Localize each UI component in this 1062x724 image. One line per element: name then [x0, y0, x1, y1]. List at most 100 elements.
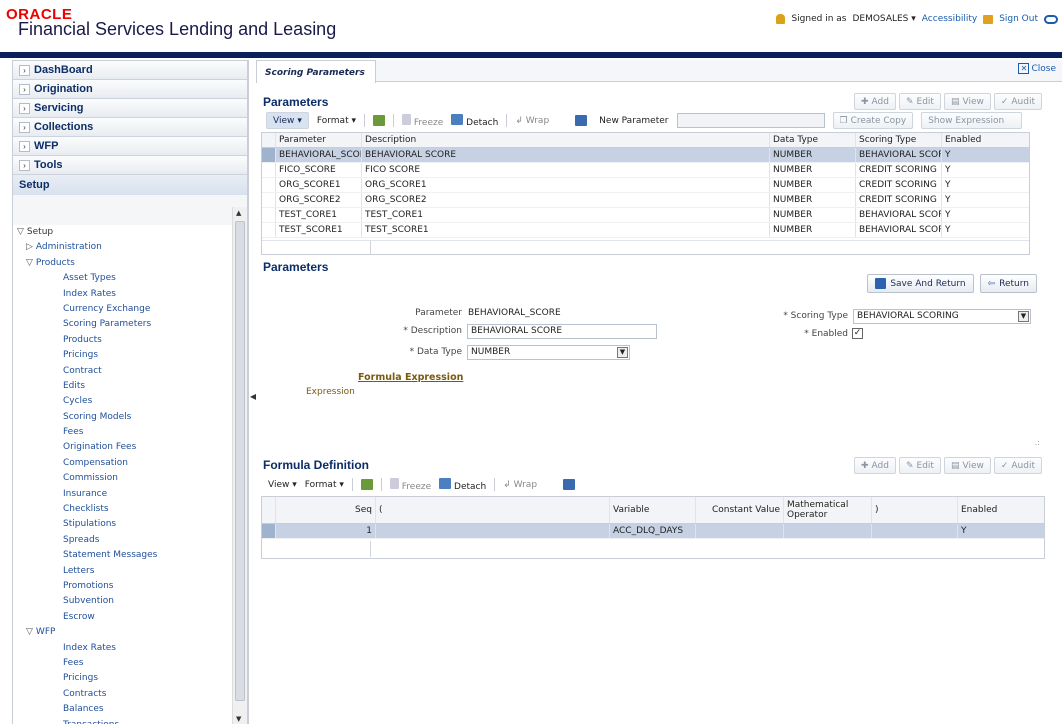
tree-item[interactable]: Transactions [13, 718, 232, 724]
tree-scrollbar[interactable]: ▲ ▼ [232, 207, 247, 724]
table-row[interactable]: TEST_CORE1 TEST_CORE1 NUMBER BEHAVIORAL SCO… [262, 208, 1029, 223]
col-open-paren[interactable]: ( [376, 497, 610, 523]
tree-item[interactable]: Edits [13, 379, 232, 394]
add-button[interactable]: ✚ Add [854, 93, 896, 110]
tree-item[interactable]: Products [13, 333, 232, 348]
tree-item[interactable]: Currency Exchange [13, 302, 232, 317]
collapse-triangle-icon[interactable]: ▽ [17, 227, 24, 237]
tree-item[interactable]: Letters [13, 564, 232, 579]
tree-item[interactable]: Contracts [13, 687, 232, 702]
formula-wrap-button[interactable]: ↲ Wrap [503, 480, 537, 490]
tree-item[interactable]: Origination Fees [13, 440, 232, 455]
collapse-triangle-icon[interactable]: ▽ [26, 258, 33, 268]
nav-tools[interactable]: › Tools [13, 156, 247, 175]
tree-item[interactable]: Asset Types [13, 271, 232, 286]
tree-item[interactable]: Commission [13, 471, 232, 486]
tab-scoring-parameters[interactable]: Scoring Parameters [256, 60, 376, 83]
col-description[interactable]: Description [362, 133, 770, 147]
table-row[interactable]: ORG_SCORE2 ORG_SCORE2 NUMBER CREDIT SCORING… [262, 193, 1029, 208]
formula-freeze-button[interactable]: Freeze [389, 477, 431, 492]
data-type-select[interactable]: NUMBER ▼ [467, 345, 630, 360]
expand-triangle-icon[interactable]: ▷ [26, 242, 33, 252]
tree-item[interactable]: Scoring Parameters [13, 317, 232, 332]
nav-setup-header[interactable]: Setup [13, 175, 247, 195]
col-enabled[interactable]: Enabled [942, 133, 1029, 147]
col-data-type[interactable]: Data Type [770, 133, 856, 147]
description-input[interactable]: BEHAVIORAL SCORE [467, 324, 657, 339]
tree-item[interactable]: Spreads [13, 533, 232, 548]
formula-add-button[interactable]: ✚ Add [854, 457, 896, 474]
tree-item[interactable]: Fees [13, 425, 232, 440]
tree-item[interactable]: Checklists [13, 502, 232, 517]
tree-item[interactable]: Scoring Models [13, 410, 232, 425]
view-button[interactable]: ▤ View [943, 93, 991, 110]
enabled-checkbox[interactable]: ✓ [852, 328, 863, 339]
resize-grip-icon[interactable]: .: [1035, 438, 1040, 447]
tree-item[interactable]: Fees [13, 656, 232, 671]
tree-item[interactable]: Cycles [13, 394, 232, 409]
table-row[interactable]: BEHAVIORAL_SCOREBEHAVIORAL SCORENUMBERBE… [262, 148, 1029, 163]
col-scoring-type[interactable]: Scoring Type [856, 133, 942, 147]
tree-item[interactable]: Stipulations [13, 517, 232, 532]
query-icon[interactable] [575, 115, 588, 126]
col-constant-value[interactable]: Constant Value [696, 497, 784, 523]
tree-item[interactable]: ▷ Administration [13, 240, 232, 255]
export-icon[interactable] [360, 479, 373, 490]
col-parameter[interactable]: Parameter [276, 133, 362, 147]
format-menu[interactable]: Format ▾ [317, 116, 356, 126]
tree-item[interactable]: Index Rates [13, 641, 232, 656]
col-enabled[interactable]: Enabled [958, 497, 1044, 523]
tree-item[interactable]: Subvention [13, 594, 232, 609]
freeze-button[interactable]: Freeze [402, 113, 443, 128]
export-icon[interactable] [373, 115, 386, 126]
tree-item[interactable]: Statement Messages [13, 548, 232, 563]
tree-item[interactable]: Pricings [13, 348, 232, 363]
scroll-thumb[interactable] [235, 221, 245, 701]
tree-item[interactable]: Pricings [13, 671, 232, 686]
formula-format-menu[interactable]: Format ▾ [305, 480, 344, 490]
table-row[interactable]: 1 ACC_DLQ_DAYS Y [262, 524, 1044, 539]
scroll-up-icon[interactable]: ▲ [236, 209, 241, 217]
scroll-down-icon[interactable]: ▼ [236, 715, 241, 723]
table-row[interactable]: TEST_SCORE1 TEST_SCORE1 NUMBER BEHAVIORAL S… [262, 223, 1029, 238]
save-and-return-button[interactable]: Save And Return [867, 274, 974, 293]
col-variable[interactable]: Variable [610, 497, 696, 523]
nav-collections[interactable]: › Collections [13, 118, 247, 137]
detach-button[interactable]: Detach [451, 113, 498, 128]
formula-audit-button[interactable]: ✓ Audit [993, 457, 1042, 474]
tree-item[interactable]: Promotions [13, 579, 232, 594]
nav-dashboard[interactable]: › DashBoard [13, 61, 247, 80]
col-seq[interactable]: Seq [276, 497, 376, 523]
new-parameter-input[interactable] [676, 113, 825, 128]
create-copy-button[interactable]: ❐ Create Copy [832, 112, 914, 129]
panel-splitter[interactable]: ◀ [248, 60, 256, 724]
edit-button[interactable]: ✎ Edit [898, 93, 941, 110]
nav-servicing[interactable]: › Servicing [13, 99, 247, 118]
tree-item[interactable]: Balances [13, 702, 232, 717]
tree-item[interactable]: Compensation [13, 456, 232, 471]
formula-edit-button[interactable]: ✎ Edit [898, 457, 941, 474]
table-row[interactable]: FICO_SCORE FICO SCORE NUMBER CREDIT SCORING… [262, 163, 1029, 178]
col-close-paren[interactable]: ) [872, 497, 958, 523]
accessibility-link[interactable]: Accessibility [922, 14, 977, 24]
return-button[interactable]: ⇦ Return [979, 274, 1037, 293]
tree-item[interactable]: ▽ Setup [13, 225, 232, 240]
audit-button[interactable]: ✓ Audit [993, 93, 1042, 110]
collapse-triangle-icon[interactable]: ▽ [26, 627, 33, 637]
formula-expression-link[interactable]: Formula Expression [358, 372, 463, 383]
table-row[interactable]: ORG_SCORE1 ORG_SCORE1 NUMBER CREDIT SCORING… [262, 178, 1029, 193]
tree-item[interactable]: Insurance [13, 487, 232, 502]
nav-wfp[interactable]: › WFP [13, 137, 247, 156]
show-expression-button[interactable]: Show Expression [921, 112, 1023, 129]
view-menu[interactable]: View ▾ [266, 112, 309, 129]
formula-detach-button[interactable]: Detach [439, 477, 486, 492]
tree-item[interactable]: ▽ Products [13, 256, 232, 271]
close-button[interactable]: ✕ Close [1018, 63, 1056, 74]
sign-out-link[interactable]: Sign Out [999, 14, 1038, 24]
scoring-type-select[interactable]: BEHAVIORAL SCORING ▼ [853, 309, 1031, 324]
formula-view-button[interactable]: ▤ View [943, 457, 991, 474]
tree-item[interactable]: Index Rates [13, 287, 232, 302]
formula-view-menu[interactable]: View ▾ [268, 480, 297, 490]
wrap-button[interactable]: ↲ Wrap [515, 116, 549, 126]
user-menu[interactable]: DEMOSALES ▾ [852, 14, 915, 24]
